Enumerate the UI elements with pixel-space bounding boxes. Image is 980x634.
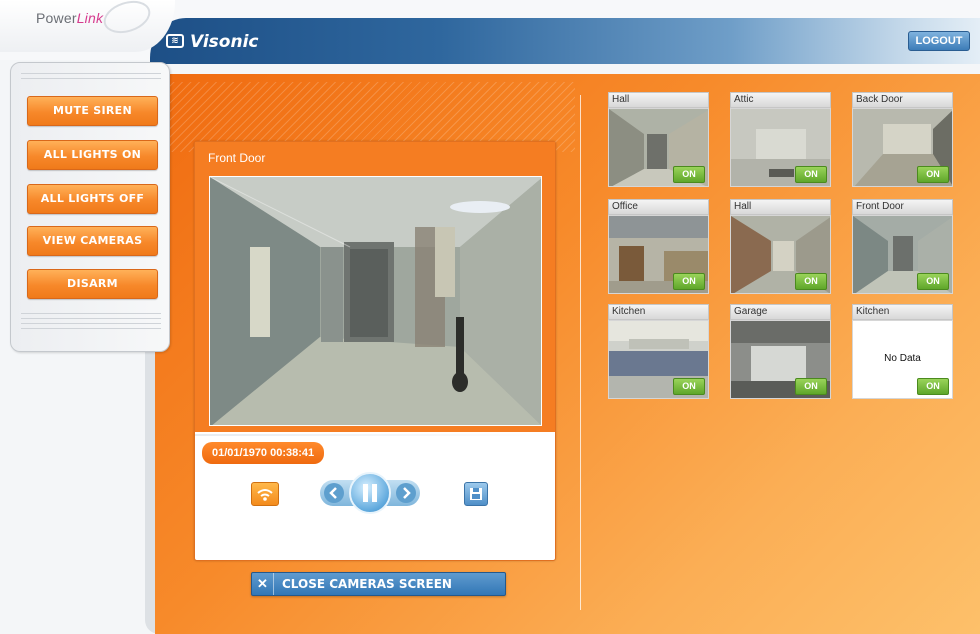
camera-thumb-label: Office [608, 199, 709, 215]
close-icon: ✕ [252, 573, 274, 595]
status-on-badge: ON [795, 378, 827, 395]
camera-thumb-label: Attic [730, 92, 831, 108]
camera-thumb-kitchen[interactable]: Kitchen ON [608, 304, 709, 399]
camera-thumb-image: ON [608, 108, 709, 187]
playback-controls [320, 472, 420, 514]
status-on-badge: ON [917, 166, 949, 183]
camera-thumb-back-door[interactable]: Back Door ON [852, 92, 953, 187]
status-on-badge: ON [795, 166, 827, 183]
camera-thumb-image: ON [608, 215, 709, 294]
chevron-right-icon [403, 487, 411, 499]
visonic-logo: ≋ Visonic [166, 32, 259, 52]
logo-text-power: Power [36, 10, 77, 26]
camera-thumb-label: Back Door [852, 92, 953, 108]
camera-thumb-label: Hall [608, 92, 709, 108]
status-on-badge: ON [917, 273, 949, 290]
status-on-badge: ON [917, 378, 949, 395]
camera-thumb-label: Kitchen [608, 304, 709, 320]
camera-thumb-hall[interactable]: Hall ON [608, 92, 709, 187]
brand-tab: PowerLink [0, 0, 175, 52]
prev-button[interactable] [324, 483, 344, 503]
camera-thumb-garage[interactable]: Garage ON [730, 304, 831, 399]
camera-thumb-label: Kitchen [852, 304, 953, 320]
video-feed [209, 176, 542, 426]
disarm-button[interactable]: DISARM [27, 269, 158, 299]
panel-lines-top [21, 73, 161, 83]
no-data-text: No Data [884, 353, 921, 364]
next-button[interactable] [396, 483, 416, 503]
camera-thumb-image: ON [852, 215, 953, 294]
powerlink-logo: PowerLink [36, 10, 103, 26]
camera-thumb-image: No Data ON [852, 320, 953, 399]
viewer-separator [195, 434, 555, 436]
logo-text-link: Link [76, 10, 104, 26]
status-on-badge: ON [795, 273, 827, 290]
pause-button[interactable] [349, 472, 391, 514]
chevron-left-icon [329, 487, 337, 499]
status-on-badge: ON [673, 166, 705, 183]
visonic-logo-text: Visonic [190, 32, 259, 52]
wifi-icon [257, 489, 273, 501]
status-on-badge: ON [673, 378, 705, 395]
pause-icon [363, 484, 377, 502]
camera-thumb-office[interactable]: Office ON [608, 199, 709, 294]
viewer-header: Front Door [195, 142, 555, 432]
command-panel: MUTE SIREN ALL LIGHTS ON ALL LIGHTS OFF … [10, 62, 170, 352]
close-cameras-button[interactable]: ✕ CLOSE CAMERAS SCREEN [251, 572, 506, 596]
all-lights-on-button[interactable]: ALL LIGHTS ON [27, 140, 158, 170]
all-lights-off-button[interactable]: ALL LIGHTS OFF [27, 184, 158, 214]
camera-thumb-hall-2[interactable]: Hall ON [730, 199, 831, 294]
timestamp-badge: 01/01/1970 00:38:41 [202, 442, 325, 464]
viewer-title: Front Door [208, 151, 266, 165]
camera-thumb-kitchen-2[interactable]: Kitchen No Data ON [852, 304, 953, 399]
view-cameras-button[interactable]: VIEW CAMERAS [27, 226, 158, 256]
save-snapshot-button[interactable] [464, 482, 488, 506]
logout-button[interactable]: LOGOUT [908, 31, 970, 51]
logo-ring [99, 0, 155, 39]
camera-thumb-image: ON [852, 108, 953, 187]
camera-thumb-image: ON [730, 108, 831, 187]
camera-viewer: Front Door 01/01/1970 00:38:41 [194, 141, 556, 561]
camera-thumb-image: ON [608, 320, 709, 399]
floppy-icon [470, 488, 482, 500]
column-divider [580, 95, 581, 610]
header-bar [150, 18, 980, 64]
panel-lines-bottom [21, 313, 161, 333]
camera-thumb-label: Front Door [852, 199, 953, 215]
wifi-button[interactable] [251, 482, 279, 506]
mute-siren-button[interactable]: MUTE SIREN [27, 96, 158, 126]
camera-thumb-label: Garage [730, 304, 831, 320]
visonic-logo-icon: ≋ [166, 34, 184, 48]
close-cameras-label: CLOSE CAMERAS SCREEN [282, 577, 452, 591]
hallway-video-image [210, 177, 541, 425]
status-on-badge: ON [673, 273, 705, 290]
camera-thumb-label: Hall [730, 199, 831, 215]
camera-thumb-image: ON [730, 320, 831, 399]
camera-thumb-front-door[interactable]: Front Door ON [852, 199, 953, 294]
camera-thumb-attic[interactable]: Attic ON [730, 92, 831, 187]
camera-thumb-image: ON [730, 215, 831, 294]
